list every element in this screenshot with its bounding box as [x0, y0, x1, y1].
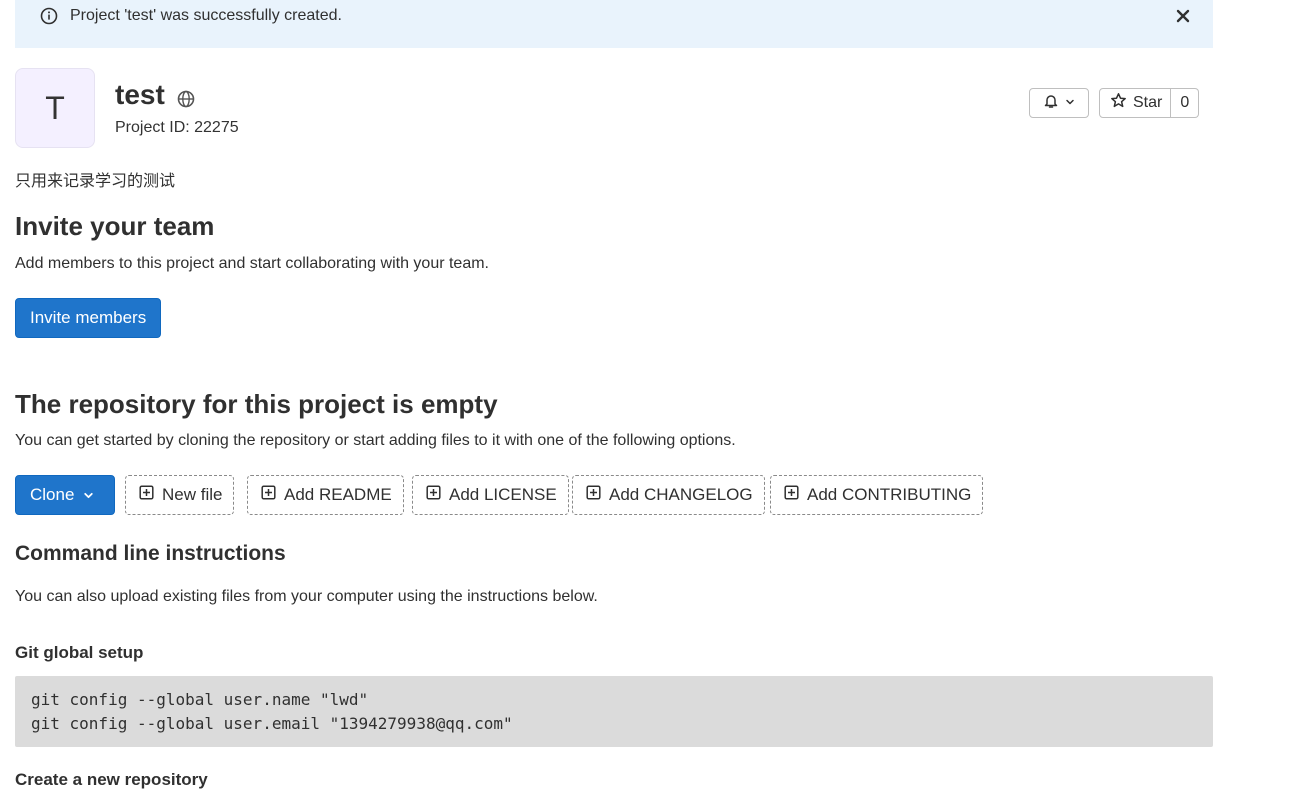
flash-alert: Project 'test' was successfully created.: [15, 0, 1213, 48]
add-readme-label: Add README: [284, 485, 392, 504]
info-circle-icon: [39, 6, 59, 26]
plus-square-icon: [261, 485, 276, 505]
chevron-down-icon: [1065, 94, 1075, 112]
clone-dropdown-button[interactable]: Clone: [15, 475, 115, 515]
plus-square-icon: [784, 485, 799, 505]
empty-repo-heading: The repository for this project is empty: [15, 389, 498, 419]
globe-icon: [176, 89, 196, 109]
code-line: git config --global user.email "13942799…: [31, 714, 513, 733]
code-line: git config --global user.name "lwd": [31, 690, 369, 709]
plus-square-icon: [426, 485, 441, 505]
star-count[interactable]: 0: [1171, 88, 1200, 118]
close-icon[interactable]: [1173, 6, 1193, 26]
star-label: Star: [1133, 94, 1163, 111]
add-license-label: Add LICENSE: [449, 485, 557, 504]
bell-icon: [1043, 93, 1059, 114]
chevron-down-icon: [83, 490, 94, 501]
git-global-setup-code[interactable]: git config --global user.name "lwd" git …: [15, 676, 1213, 747]
project-description: 只用来记录学习的测试: [15, 173, 176, 190]
star-button-group: Star 0: [1099, 88, 1200, 118]
notification-dropdown-button[interactable]: [1029, 88, 1089, 118]
project-id: Project ID: 22275: [115, 119, 239, 136]
empty-repo-text: You can get started by cloning the repos…: [15, 432, 736, 449]
invite-members-button[interactable]: Invite members: [15, 298, 162, 338]
invite-members-label: Invite members: [30, 308, 147, 327]
create-new-repo-heading: Create a new repository: [15, 770, 208, 789]
star-icon: [1110, 92, 1127, 114]
new-file-label: New file: [162, 485, 223, 504]
plus-square-icon: [139, 485, 154, 505]
flash-message: Project 'test' was successfully created.: [70, 7, 342, 24]
add-license-button[interactable]: Add LICENSE: [412, 475, 569, 515]
new-file-button[interactable]: New file: [125, 475, 235, 515]
invite-text: Add members to this project and start co…: [15, 255, 489, 272]
clone-label: Clone: [30, 485, 75, 504]
plus-square-icon: [586, 485, 601, 505]
invite-heading: Invite your team: [15, 211, 215, 241]
cli-text: You can also upload existing files from …: [15, 588, 598, 605]
project-avatar[interactable]: T: [15, 68, 95, 148]
star-button[interactable]: Star: [1099, 88, 1172, 118]
cli-heading: Command line instructions: [15, 542, 286, 565]
add-contributing-label: Add CONTRIBUTING: [807, 485, 972, 504]
add-changelog-label: Add CHANGELOG: [609, 485, 753, 504]
add-contributing-button[interactable]: Add CONTRIBUTING: [770, 475, 984, 515]
avatar-letter: T: [45, 89, 65, 126]
project-title: test: [115, 79, 165, 110]
git-global-setup-heading: Git global setup: [15, 643, 144, 662]
add-readme-button[interactable]: Add README: [247, 475, 404, 515]
add-changelog-button[interactable]: Add CHANGELOG: [572, 475, 765, 515]
